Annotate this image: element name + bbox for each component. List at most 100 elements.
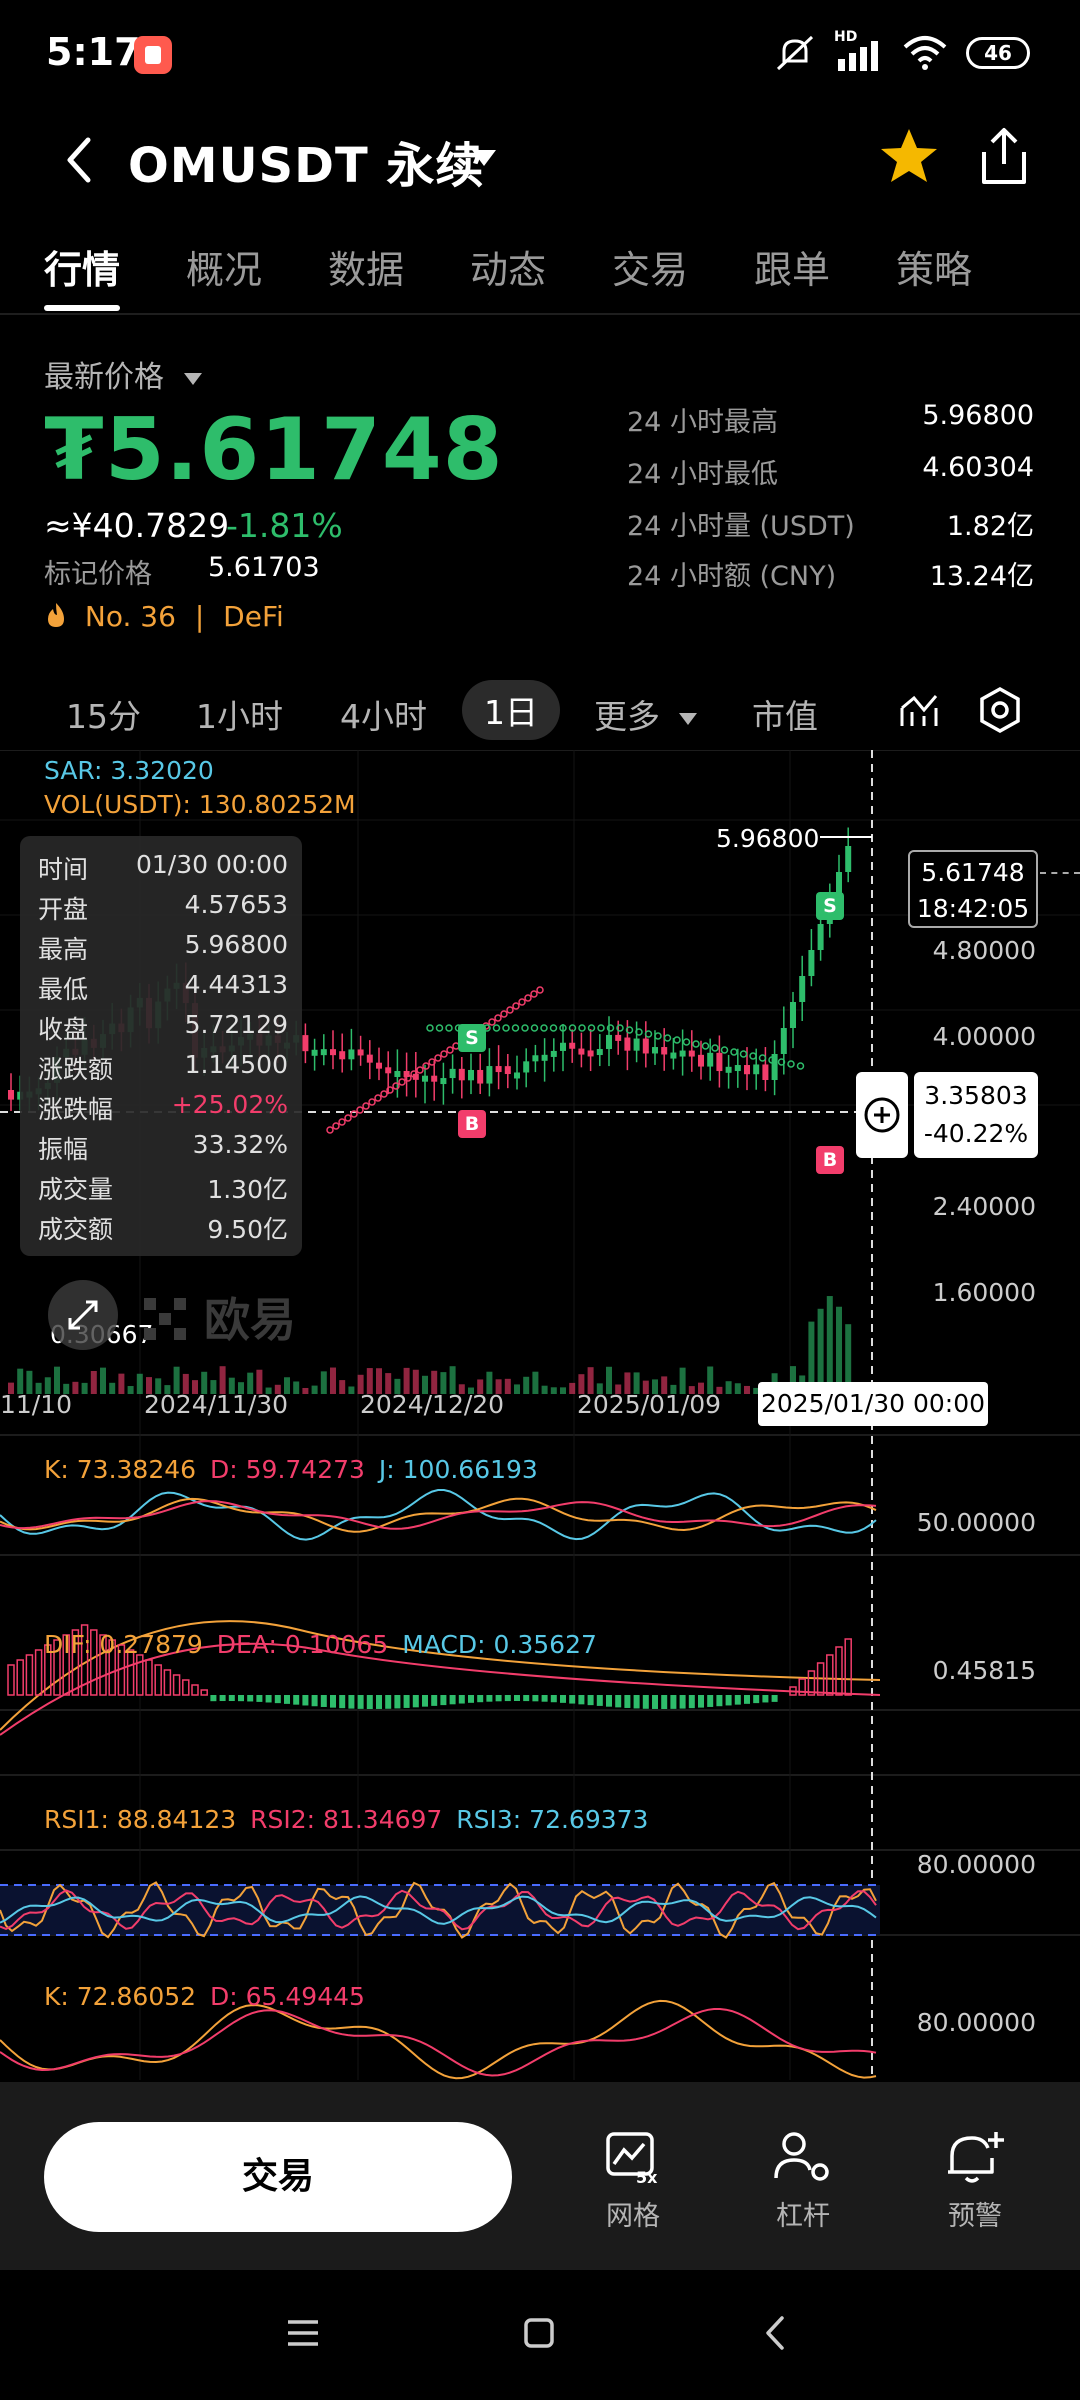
period-market-cap[interactable]: 市值 <box>752 690 818 738</box>
back-icon[interactable] <box>60 134 96 186</box>
y-tick-3: 2.40000 <box>932 1192 1036 1221</box>
sar-dot <box>673 1036 681 1044</box>
sar-dot <box>422 1062 430 1070</box>
macd-bar <box>16 1659 24 1696</box>
macd-bar <box>219 1695 226 1702</box>
candle-body <box>458 1068 465 1081</box>
kd-d: D: 65.49445 <box>210 1982 365 2011</box>
current-price: 5.61748 <box>921 858 1025 887</box>
macd-bar <box>679 1695 686 1709</box>
macd-bar <box>145 1659 153 1696</box>
macd-bar <box>550 1695 557 1703</box>
latest-price-label[interactable]: 最新价格 <box>44 352 204 396</box>
macd-labels: DIF: 0.27879 DEA: 0.10065 MACD: 0.35627 <box>44 1630 597 1659</box>
tab-data[interactable]: 数据 <box>328 239 404 294</box>
macd-bar <box>302 1695 309 1706</box>
status-bar: 5:17 HD 46 <box>0 0 1080 110</box>
macd-bar <box>200 1689 208 1696</box>
tab-market[interactable]: 行情 <box>44 239 120 294</box>
macd-bar <box>514 1695 520 1701</box>
period-4h[interactable]: 4小时 <box>340 690 427 738</box>
macd-bar <box>191 1684 199 1696</box>
nav-back-icon[interactable] <box>762 2314 788 2352</box>
vol-label: VOL(USDT): 130.80252M <box>44 790 356 819</box>
period-15m[interactable]: 15分 <box>66 690 141 738</box>
tab-copy[interactable]: 跟单 <box>754 239 830 294</box>
candle-body <box>688 1050 695 1057</box>
tt-key: 振幅 <box>38 1135 89 1164</box>
volume-bar <box>136 1373 143 1394</box>
fullscreen-button[interactable] <box>48 1280 118 1350</box>
high-marker-line <box>820 836 872 838</box>
sar-dot <box>380 1090 388 1098</box>
tab-trade[interactable]: 交易 <box>612 239 688 294</box>
macd-bar <box>826 1654 834 1696</box>
period-1h[interactable]: 1小时 <box>196 690 283 738</box>
period-1d[interactable]: 1日 <box>462 680 560 740</box>
macd-bar <box>182 1679 190 1696</box>
sar-dot <box>338 1118 346 1126</box>
candle-body <box>422 1075 428 1082</box>
sar-dot <box>492 1024 501 1032</box>
period-more[interactable]: 更多 <box>594 690 699 738</box>
current-countdown: 18:42:05 <box>916 894 1030 923</box>
tt-row-change-pct: 涨跌幅 +25.02% <box>38 1090 288 1126</box>
indicator-icon[interactable] <box>896 688 940 732</box>
tt-row-low: 最低 4.44313 <box>38 970 288 1006</box>
trade-button[interactable]: 交易 <box>44 2122 512 2232</box>
tab-overview[interactable]: 概况 <box>186 239 262 294</box>
stat-high-value: 5.96800 <box>922 400 1034 431</box>
menu-icon[interactable] <box>286 2318 320 2348</box>
x-tick-3: 2024/12/20 <box>360 1390 505 1419</box>
sar-dot <box>597 1024 605 1032</box>
macd-bar <box>606 1695 612 1707</box>
tab-news[interactable]: 动态 <box>470 239 546 294</box>
volume-bar <box>348 1386 355 1394</box>
status-time: 5:17 <box>46 30 141 74</box>
stat-high-label: 24 小时最高 <box>627 407 778 438</box>
macd-bar <box>274 1695 281 1704</box>
volume-bar <box>302 1387 309 1394</box>
macd-bar <box>753 1695 760 1704</box>
tt-key: 最低 <box>38 975 89 1004</box>
macd-bar <box>348 1695 355 1709</box>
pair-title[interactable]: OMUSDT 永续 <box>128 126 484 196</box>
sar-dot <box>446 1046 454 1054</box>
crosshair-add-button[interactable] <box>856 1072 908 1158</box>
chevron-down-icon[interactable] <box>470 148 498 168</box>
sar-dot <box>758 1054 767 1062</box>
alert-bell-icon <box>948 2132 1004 2183</box>
sar-dot <box>362 1102 370 1110</box>
sar-dot <box>540 1024 548 1032</box>
tt-val: 1.30亿 <box>207 1175 288 1204</box>
candle-body <box>468 1069 474 1081</box>
candle-body <box>753 1064 760 1075</box>
tt-val: 5.96800 <box>184 930 288 959</box>
tt-row-amplitude: 振幅 33.32% <box>38 1130 288 1166</box>
sar-dot <box>701 1042 710 1050</box>
favorite-star-icon[interactable] <box>878 126 940 186</box>
candle-body <box>817 924 824 950</box>
rsi-tick: 80.00000 <box>916 1850 1036 1879</box>
candle-body <box>569 1042 576 1049</box>
active-tab-indicator <box>44 305 120 311</box>
candle-body <box>550 1050 557 1057</box>
candle-body <box>596 1049 603 1056</box>
candle-body <box>780 1028 787 1054</box>
kd-k: K: 72.86052 <box>44 1982 197 2011</box>
tt-val: 5.72129 <box>184 1010 288 1039</box>
sell-marker-2: S <box>816 892 844 920</box>
tab-strategy[interactable]: 策略 <box>896 239 972 294</box>
kdj-labels: K: 73.38246 D: 59.74273 J: 100.66193 <box>44 1455 538 1484</box>
y-tick-1: 4.80000 <box>932 936 1036 965</box>
notification-app-icon <box>134 36 172 74</box>
macd-bar <box>449 1695 456 1705</box>
share-icon[interactable] <box>976 126 1032 188</box>
rank-tag[interactable]: No. 36 | DeFi <box>44 600 284 633</box>
volume-bar <box>560 1387 566 1394</box>
sar-dot <box>587 1024 596 1032</box>
sar-dot <box>749 1052 757 1060</box>
home-icon[interactable] <box>522 2316 556 2350</box>
settings-icon[interactable] <box>978 686 1022 734</box>
macd-bar <box>486 1695 493 1702</box>
